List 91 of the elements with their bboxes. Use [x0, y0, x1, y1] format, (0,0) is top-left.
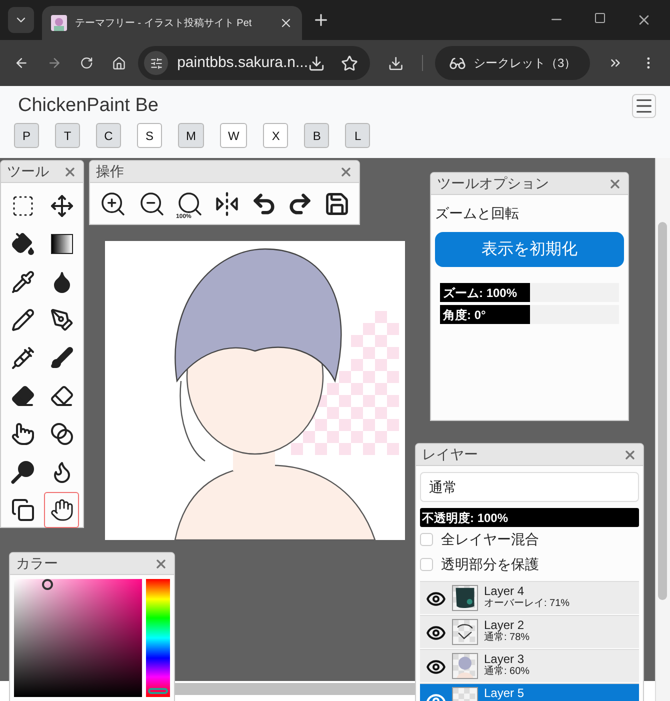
hand-icon [50, 498, 74, 522]
overlapping-squares-icon [10, 498, 34, 522]
layer-blend-info: 通常: 60% [484, 667, 530, 677]
close-icon[interactable] [279, 16, 293, 30]
hue-thumb[interactable] [148, 688, 168, 694]
close-button[interactable] [623, 448, 637, 462]
address-bar[interactable]: paintbbs.sakura.n... [138, 46, 370, 80]
menu-button[interactable] [632, 94, 656, 118]
close-button[interactable] [154, 556, 168, 570]
favicon [51, 15, 67, 31]
new-tab-icon[interactable] [312, 11, 330, 29]
layer-row[interactable]: Layer 2 通常: 78% [420, 615, 639, 648]
scrollbar[interactable] [658, 222, 667, 600]
panel-title: ツールオプション [437, 174, 549, 193]
close-button[interactable] [608, 176, 622, 190]
pen-nib-icon [50, 308, 74, 332]
close-button[interactable] [63, 164, 77, 178]
browser-tab[interactable]: テーマフリー - イラスト投稿サイト Pet [42, 6, 302, 40]
palette-toggle[interactable]: P [14, 123, 39, 148]
palette-toggle[interactable]: L [345, 123, 370, 148]
undo-button[interactable] [250, 191, 277, 217]
flip-button[interactable] [214, 191, 240, 217]
incognito-label: シークレット（3） [474, 55, 576, 72]
panel-title: レイヤー [422, 445, 478, 464]
airbrush-icon [10, 346, 34, 370]
reload-icon[interactable] [80, 55, 94, 71]
app-title: ChickenPaint Be [17, 94, 158, 118]
eye-icon[interactable] [426, 589, 446, 609]
slider[interactable]: 角度: 0° [440, 305, 619, 324]
tab-title: テーマフリー - イラスト投稿サイト Pet [75, 16, 253, 30]
layer-name: Layer 4 [484, 585, 526, 597]
panel-title: 操作 [96, 162, 124, 181]
saturation-value-picker[interactable] [14, 579, 142, 697]
palette-toggle[interactable]: M [178, 123, 204, 148]
tab-list-button[interactable] [8, 7, 34, 33]
scrollbar[interactable] [175, 683, 415, 695]
finger-icon [10, 422, 34, 446]
blend-icon [50, 422, 74, 446]
picker-handle[interactable] [42, 579, 53, 590]
palette-toggle[interactable]: T [55, 123, 80, 148]
panel-title: ツール [7, 162, 49, 181]
palette-toggle[interactable]: X [263, 123, 288, 148]
save-button[interactable] [324, 191, 350, 217]
pencil-icon [10, 308, 34, 332]
checkbox-label: 透明部分を保護 [441, 555, 539, 574]
layer-name: Layer 2 [484, 619, 526, 631]
blend-mode-select[interactable]: 通常 [420, 472, 639, 502]
incognito-indicator[interactable]: シークレット（3） [434, 46, 590, 80]
zoom-out-button[interactable] [138, 190, 166, 218]
eyedropper-icon [10, 270, 34, 294]
layer-name: Layer 3 [484, 653, 526, 665]
close-button[interactable] [339, 164, 353, 178]
palette-toggle[interactable]: C [96, 123, 121, 148]
layer-row[interactable]: Layer 5 [420, 683, 639, 701]
lollipop-icon [10, 459, 36, 485]
opacity-slider[interactable]: 不透明度: 100% [420, 508, 639, 527]
checkbox-label: 全レイヤー混合 [441, 530, 539, 549]
panel-title: カラー [16, 554, 58, 573]
palette-toggle[interactable]: S [137, 123, 162, 148]
checkbox[interactable] [420, 533, 433, 546]
home-icon[interactable] [112, 54, 126, 72]
layer-row[interactable]: Layer 3 通常: 60% [420, 649, 639, 682]
palette-toggle[interactable]: W [220, 123, 248, 148]
maximize-icon[interactable] [594, 12, 606, 24]
move-icon [50, 194, 74, 218]
download-icon[interactable] [308, 54, 325, 72]
sliders-icon [150, 56, 163, 70]
layer-row[interactable]: Layer 4 オーバーレイ: 71% [420, 581, 639, 614]
dashed-square-icon [10, 194, 34, 218]
eye-icon[interactable] [426, 623, 446, 643]
eraser-icon [10, 384, 34, 408]
brush-icon [50, 346, 74, 370]
eraser-icon [50, 384, 74, 408]
eye-icon[interactable] [426, 657, 446, 677]
layer-name: Layer 5 [484, 687, 524, 699]
hue-slider[interactable] [146, 579, 170, 697]
palette-toggle[interactable]: B [304, 123, 330, 148]
paint-bucket-icon [10, 232, 34, 256]
redo-button[interactable] [287, 191, 314, 217]
url-text: paintbbs.sakura.n... [177, 52, 308, 73]
gradient-icon [50, 234, 72, 254]
checkbox[interactable] [420, 558, 433, 571]
site-info-button[interactable] [144, 51, 168, 75]
tool-button[interactable] [44, 492, 79, 528]
bookmark-star-icon[interactable] [341, 54, 358, 72]
reset-view-button[interactable]: 表示を初期化 [435, 232, 624, 267]
zoom-in-button[interactable] [99, 190, 128, 218]
layer-blend-info: 通常: 78% [484, 633, 530, 643]
options-heading: ズームと回転 [435, 204, 520, 223]
layer-blend-info: オーバーレイ: 71% [484, 599, 570, 609]
slider[interactable]: ズーム: 100% [440, 283, 619, 302]
